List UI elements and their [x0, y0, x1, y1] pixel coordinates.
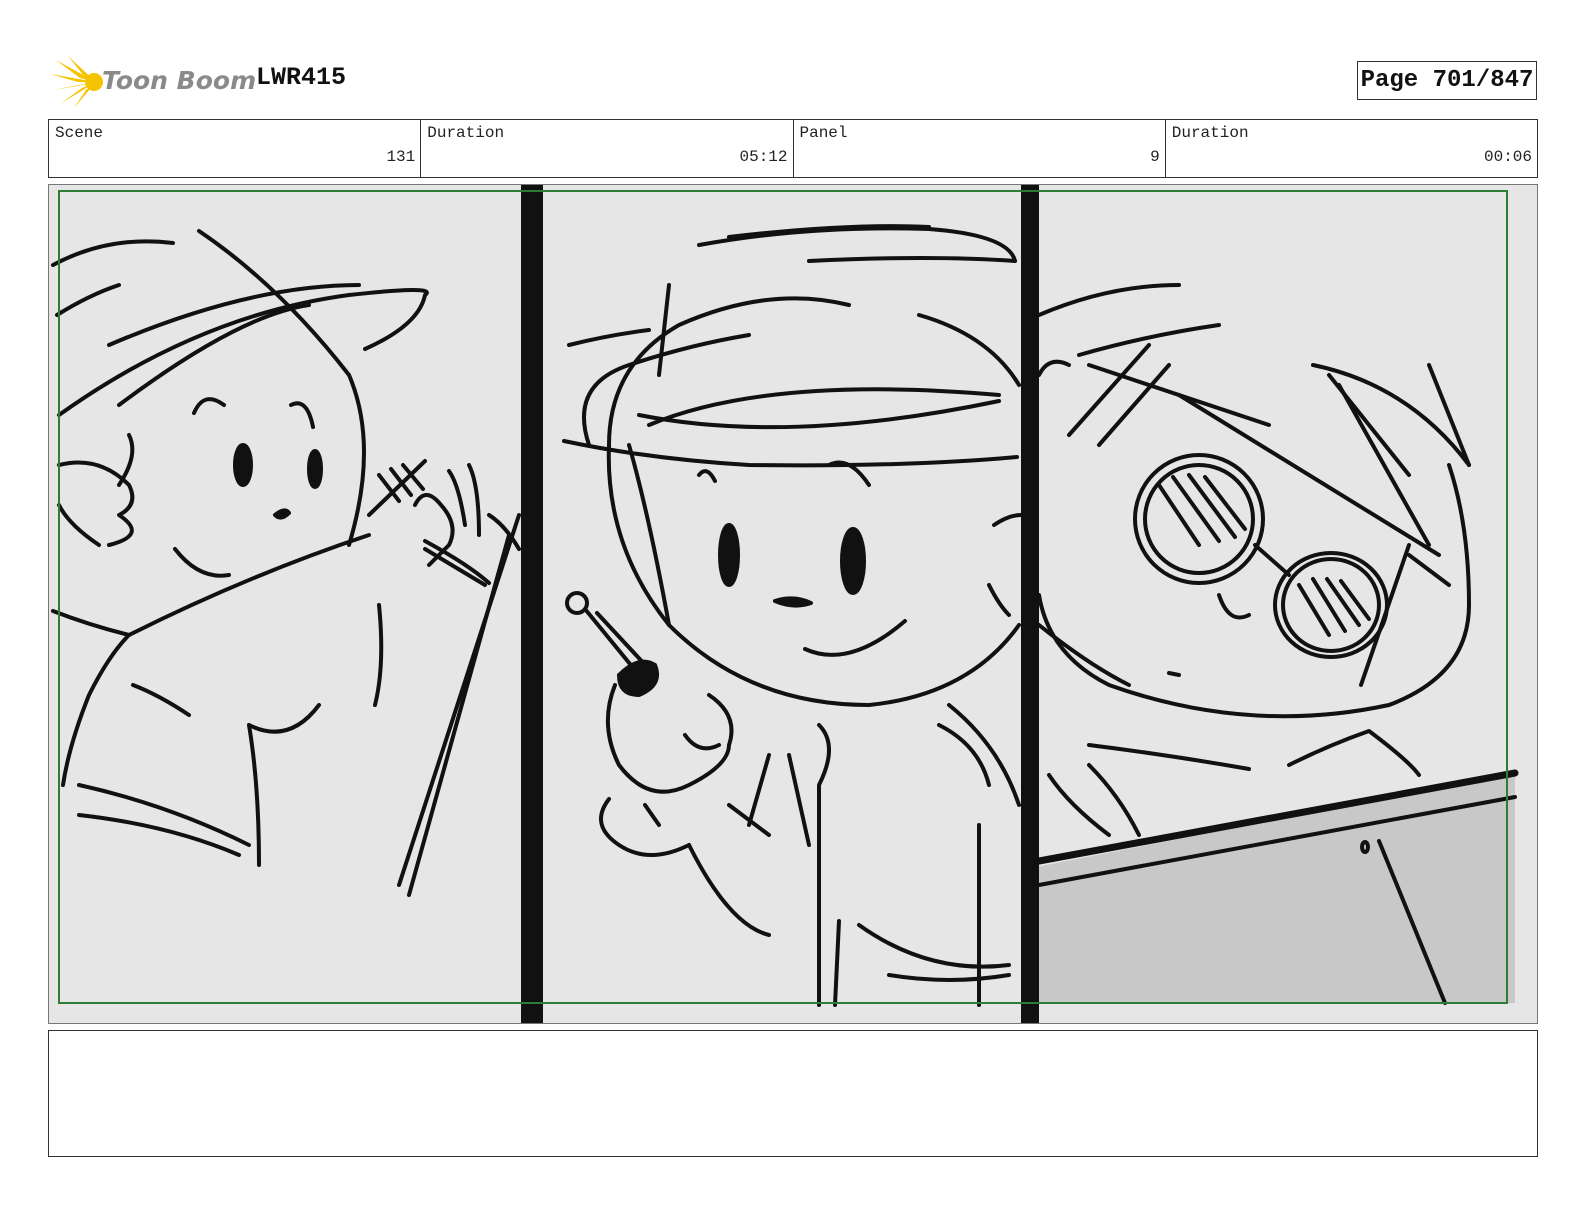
- panel-duration-label: Duration: [1171, 124, 1249, 142]
- storyboard-sketch: [49, 185, 1537, 1023]
- panel-cell: Panel 9: [794, 120, 1166, 177]
- info-row: Scene 131 Duration 05:12 Panel 9 Duratio…: [48, 119, 1538, 178]
- toon-boom-logo: Toon Boom: [50, 56, 256, 108]
- panel-duration-cell: Duration 00:06: [1166, 120, 1537, 177]
- duration-value: 05:12: [739, 148, 788, 166]
- scene-value: 131: [386, 148, 416, 166]
- panel-duration-value: 00:06: [1483, 148, 1532, 166]
- caption-box: [48, 1030, 1538, 1157]
- project-title: LWR415: [256, 63, 347, 92]
- page-indicator: Page 701/847: [1357, 61, 1537, 100]
- scene-cell: Scene 131: [49, 120, 422, 177]
- storyboard-image-frame: [48, 184, 1538, 1024]
- logo-text: Toon Boom: [102, 66, 257, 95]
- panel-label: Panel: [799, 124, 848, 142]
- starburst-icon: [50, 56, 103, 108]
- panel-value: 9: [1150, 148, 1160, 166]
- scene-label: Scene: [55, 124, 104, 142]
- duration-label: Duration: [427, 124, 505, 142]
- duration-cell: Duration 05:12: [421, 120, 794, 177]
